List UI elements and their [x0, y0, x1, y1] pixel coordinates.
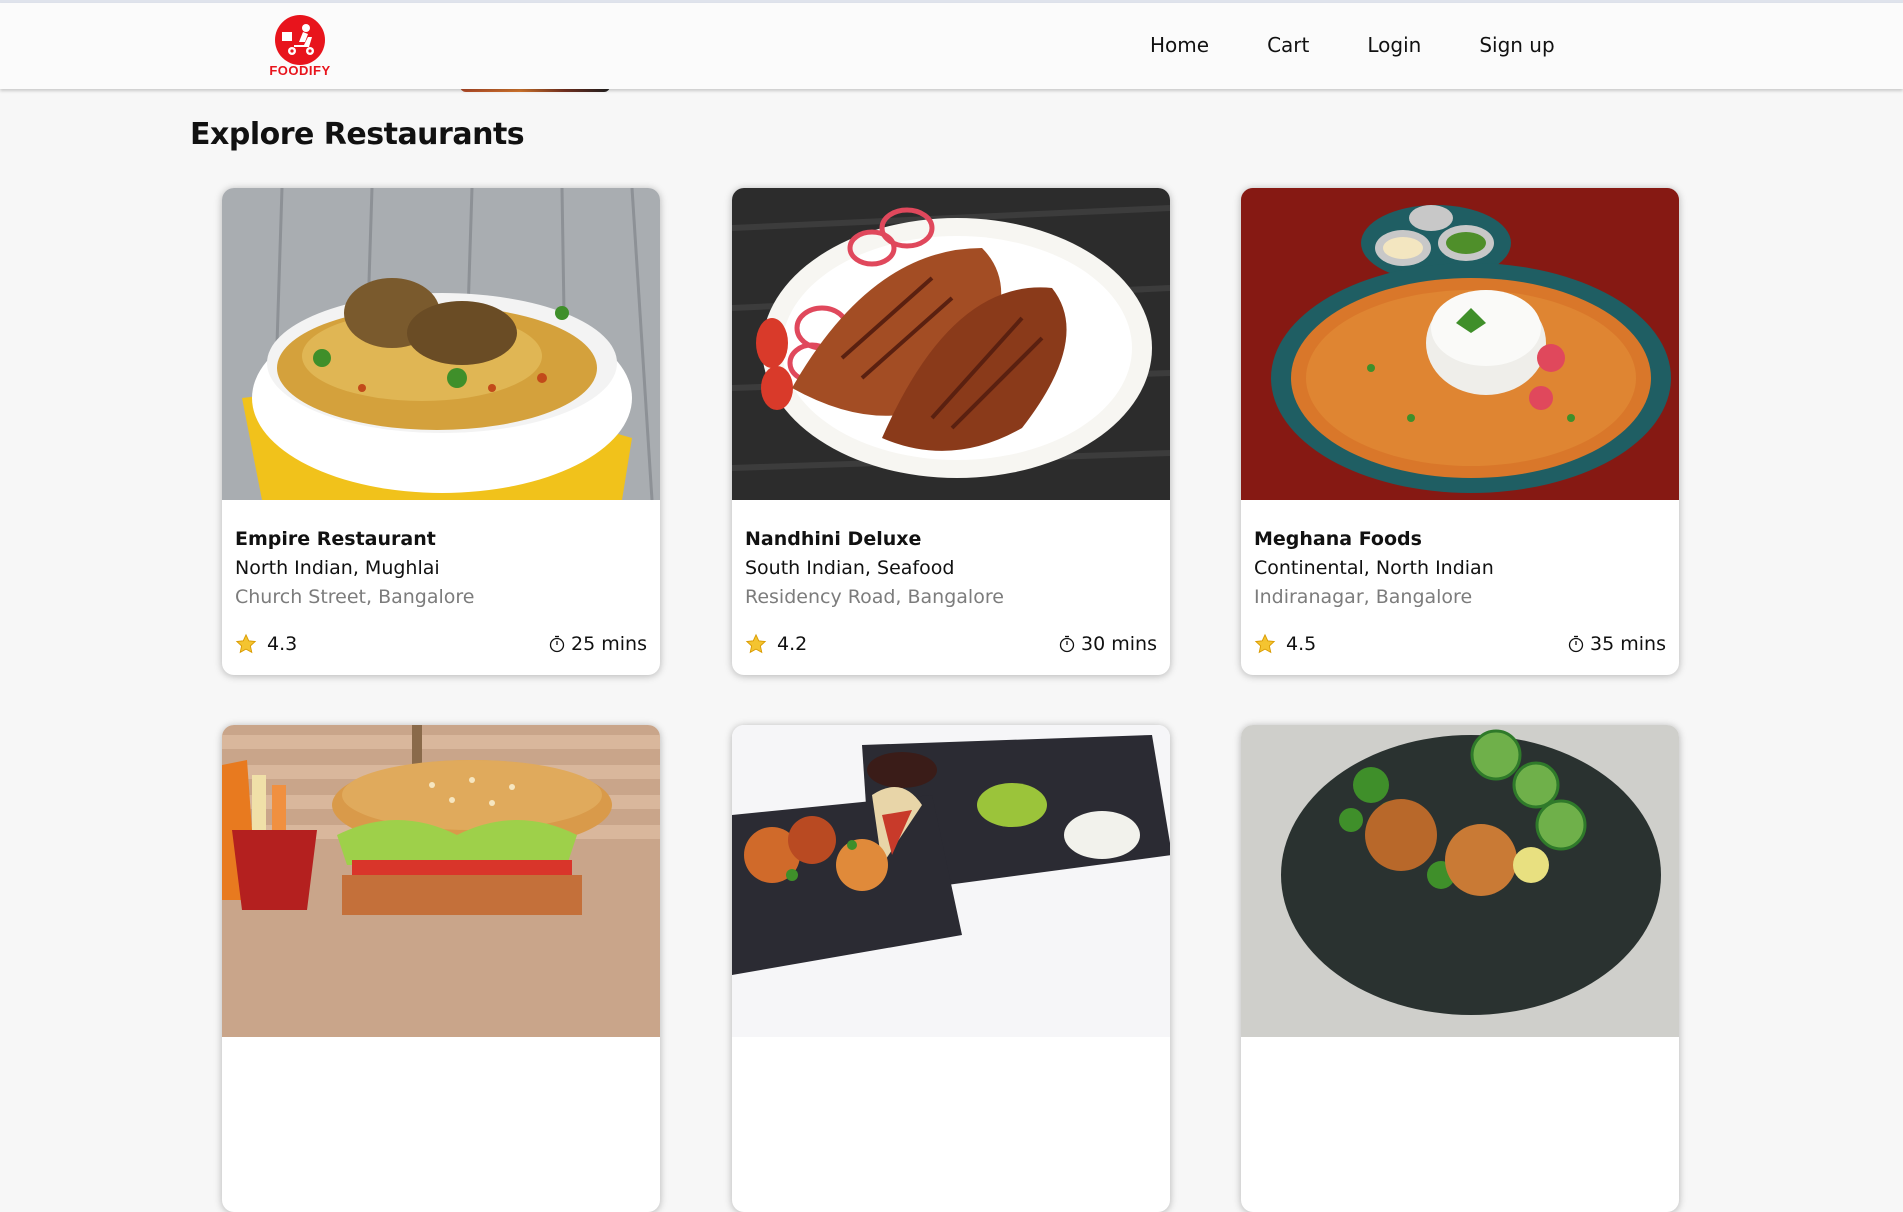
restaurant-cuisine: North Indian, Mughlai — [235, 557, 440, 579]
restaurant-meta: 4.5 35 mins — [1254, 633, 1666, 655]
rating-value: 4.5 — [1286, 633, 1317, 655]
page-title: Explore Restaurants — [190, 117, 525, 152]
restaurant-image — [222, 725, 660, 1037]
restaurant-name: Meghana Foods — [1254, 528, 1422, 550]
restaurant-info: Empire Restaurant North Indian, Mughlai … — [235, 528, 647, 608]
nav-login[interactable]: Login — [1367, 33, 1421, 57]
restaurant-rating: 4.5 — [1254, 633, 1316, 655]
navbar: FOODIFY Home Cart Login Sign up — [0, 3, 1903, 89]
restaurant-image — [222, 188, 660, 500]
restaurant-rating: 4.2 — [745, 633, 807, 655]
restaurant-meta: 4.3 25 mins — [235, 633, 647, 655]
eta-value: 25 mins — [571, 633, 647, 655]
restaurant-address: Indiranagar, Bangalore — [1254, 586, 1473, 608]
restaurant-address: Church Street, Bangalore — [235, 586, 475, 608]
restaurant-image — [732, 725, 1170, 1037]
restaurant-card[interactable] — [1241, 725, 1679, 1212]
eta-value: 30 mins — [1081, 633, 1157, 655]
restaurant-card[interactable] — [222, 725, 660, 1212]
restaurant-rating: 4.3 — [235, 633, 297, 655]
restaurant-image — [1241, 188, 1679, 500]
restaurant-card[interactable]: Meghana Foods Continental, North Indian … — [1241, 188, 1679, 675]
timer-icon — [1568, 635, 1584, 653]
restaurant-image — [732, 188, 1170, 500]
star-icon — [1254, 633, 1276, 654]
restaurant-card[interactable]: Nandhini Deluxe South Indian, Seafood Re… — [732, 188, 1170, 675]
nav-home[interactable]: Home — [1150, 33, 1209, 57]
nav-signup[interactable]: Sign up — [1479, 33, 1554, 57]
restaurant-meta: 4.2 30 mins — [745, 633, 1157, 655]
nav-cart[interactable]: Cart — [1267, 33, 1309, 57]
restaurant-card[interactable]: Empire Restaurant North Indian, Mughlai … — [222, 188, 660, 675]
restaurant-eta: 35 mins — [1568, 633, 1666, 655]
logo[interactable]: FOODIFY — [262, 15, 338, 87]
restaurant-eta: 25 mins — [549, 633, 647, 655]
restaurant-card[interactable] — [732, 725, 1170, 1212]
star-icon — [235, 633, 257, 654]
eta-value: 35 mins — [1590, 633, 1666, 655]
rating-value: 4.2 — [777, 633, 808, 655]
restaurant-info: Meghana Foods Continental, North Indian … — [1254, 528, 1666, 608]
delivery-scooter-icon — [275, 15, 325, 65]
star-icon — [745, 633, 767, 654]
brand-name: FOODIFY — [269, 63, 331, 78]
restaurant-image — [1241, 725, 1679, 1037]
restaurant-name: Empire Restaurant — [235, 528, 436, 550]
restaurant-cuisine: Continental, North Indian — [1254, 557, 1494, 579]
timer-icon — [549, 635, 565, 653]
restaurant-name: Nandhini Deluxe — [745, 528, 922, 550]
restaurant-address: Residency Road, Bangalore — [745, 586, 1004, 608]
restaurant-eta: 30 mins — [1059, 633, 1157, 655]
timer-icon — [1059, 635, 1075, 653]
restaurant-cuisine: South Indian, Seafood — [745, 557, 955, 579]
nav-links: Home Cart Login Sign up — [1150, 33, 1613, 57]
restaurant-info: Nandhini Deluxe South Indian, Seafood Re… — [745, 528, 1157, 608]
rating-value: 4.3 — [267, 633, 298, 655]
